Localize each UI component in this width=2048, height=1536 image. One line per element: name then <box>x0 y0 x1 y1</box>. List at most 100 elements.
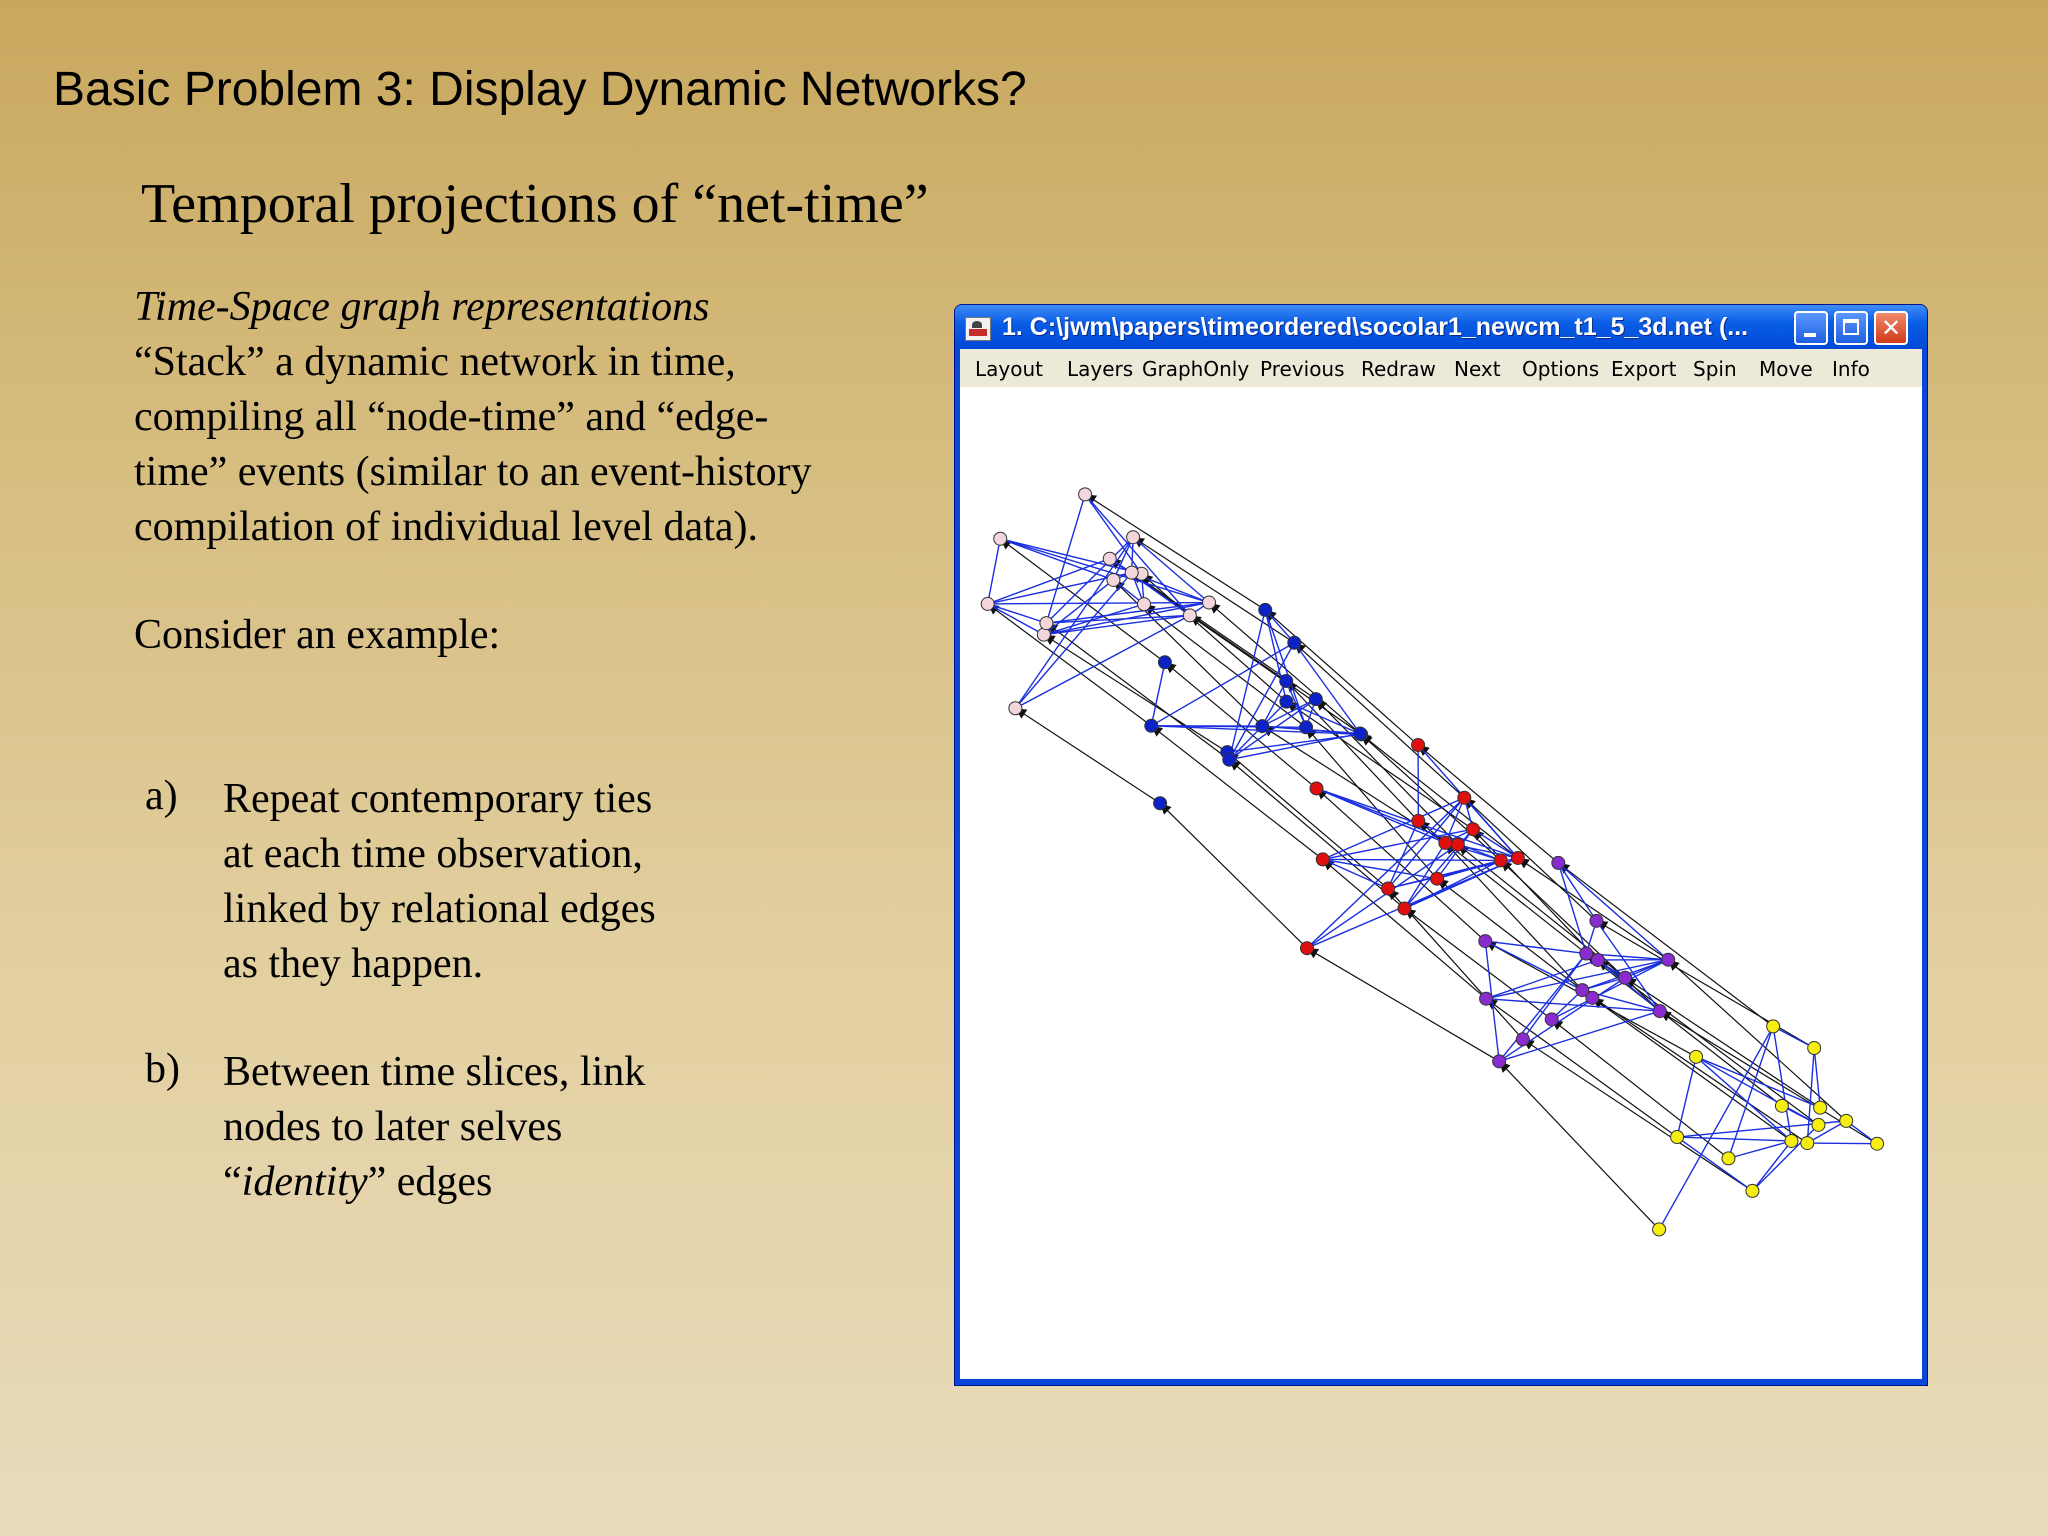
node-t4[interactable] <box>1478 934 1493 949</box>
intro-line: compiling all “node-time” and “edge- <box>134 394 769 440</box>
node-t1[interactable] <box>1182 608 1197 623</box>
node-t4[interactable] <box>1579 946 1594 961</box>
node-t2[interactable] <box>1222 752 1237 767</box>
node-t5[interactable] <box>1811 1117 1826 1132</box>
window-titlebar[interactable]: 1. C:\jwm\papers\timeordered\socolar1_ne… <box>955 305 1927 349</box>
node-t3[interactable] <box>1309 781 1324 796</box>
node-t5[interactable] <box>1784 1133 1799 1148</box>
node-t3[interactable] <box>1430 871 1445 886</box>
node-t5[interactable] <box>1652 1222 1667 1237</box>
node-t1[interactable] <box>1137 597 1152 612</box>
list-line: at each time observation, <box>223 831 643 877</box>
intro-line: “Stack” a dynamic network in time, <box>134 339 736 385</box>
node-t3[interactable] <box>1411 813 1426 828</box>
node-t4[interactable] <box>1575 983 1590 998</box>
maximize-icon <box>1843 319 1859 335</box>
node-t1[interactable] <box>993 531 1008 546</box>
node-t3[interactable] <box>1457 790 1472 805</box>
node-t3[interactable] <box>1510 850 1525 865</box>
node-t5[interactable] <box>1689 1049 1704 1064</box>
node-t1[interactable] <box>980 596 995 611</box>
node-t1[interactable] <box>1039 616 1054 631</box>
node-t5[interactable] <box>1745 1183 1760 1198</box>
list-item-a: Repeat contemporary ties at each time ob… <box>223 772 656 992</box>
node-t5[interactable] <box>1807 1041 1822 1056</box>
menu-previous[interactable]: Previous <box>1260 357 1345 381</box>
node-t4[interactable] <box>1479 991 1494 1006</box>
node-t4[interactable] <box>1618 970 1633 985</box>
node-t1[interactable] <box>1078 487 1093 502</box>
slide-subtitle: Temporal projections of “net-time” <box>141 173 929 235</box>
node-t5[interactable] <box>1774 1098 1789 1113</box>
node-t4[interactable] <box>1590 952 1605 967</box>
node-t3[interactable] <box>1450 837 1465 852</box>
node-t5[interactable] <box>1800 1136 1815 1151</box>
node-t1[interactable] <box>1202 595 1217 610</box>
node-t3[interactable] <box>1465 822 1480 837</box>
menu-move[interactable]: Move <box>1759 357 1813 381</box>
node-t3[interactable] <box>1381 881 1396 896</box>
node-t1[interactable] <box>1126 530 1141 545</box>
menu-graphonly[interactable]: GraphOnly <box>1142 357 1249 381</box>
node-t2[interactable] <box>1255 719 1270 734</box>
node-t2[interactable] <box>1353 726 1368 741</box>
intro-paragraph: Time-Space graph representations “Stack”… <box>134 280 904 555</box>
node-t1[interactable] <box>1102 551 1117 566</box>
menu-next[interactable]: Next <box>1454 357 1501 381</box>
node-t2[interactable] <box>1258 602 1273 617</box>
close-button[interactable]: ✕ <box>1874 311 1908 345</box>
node-t4[interactable] <box>1589 913 1604 928</box>
node-t1[interactable] <box>1036 627 1051 642</box>
menu-options[interactable]: Options <box>1522 357 1599 381</box>
node-t1[interactable] <box>1124 565 1139 580</box>
node-t1[interactable] <box>1008 701 1023 716</box>
node-t5[interactable] <box>1839 1113 1854 1128</box>
node-t2[interactable] <box>1299 720 1314 735</box>
node-t2[interactable] <box>1153 796 1168 811</box>
node-t2[interactable] <box>1157 655 1172 670</box>
menu-layers[interactable]: Layers <box>1067 357 1133 381</box>
node-t3[interactable] <box>1411 738 1426 753</box>
minimize-button[interactable] <box>1794 311 1828 345</box>
menu-spin[interactable]: Spin <box>1693 357 1737 381</box>
node-t4[interactable] <box>1544 1012 1559 1027</box>
node-t2[interactable] <box>1279 674 1294 689</box>
node-t5[interactable] <box>1670 1130 1685 1145</box>
node-t1[interactable] <box>1106 572 1121 587</box>
node-t3[interactable] <box>1315 852 1330 867</box>
menu-redraw[interactable]: Redraw <box>1361 357 1436 381</box>
node-t5[interactable] <box>1813 1100 1828 1115</box>
identity-edge <box>1293 642 1465 799</box>
identity-edge <box>1043 634 1228 753</box>
node-t2[interactable] <box>1287 635 1302 650</box>
node-t4[interactable] <box>1661 952 1676 967</box>
menu-info[interactable]: Info <box>1832 357 1870 381</box>
list-item-b: Between time slices, link nodes to later… <box>223 1045 645 1210</box>
node-t3[interactable] <box>1438 835 1453 850</box>
graph-canvas[interactable] <box>960 387 1922 1379</box>
node-t5[interactable] <box>1870 1136 1885 1151</box>
node-t4[interactable] <box>1515 1032 1530 1047</box>
node-t5[interactable] <box>1721 1151 1736 1166</box>
node-t5[interactable] <box>1766 1019 1781 1034</box>
intro-lead: Time-Space graph representations <box>134 284 710 330</box>
node-t3[interactable] <box>1397 901 1412 916</box>
node-t2[interactable] <box>1279 694 1294 709</box>
intro-line: compilation of individual level data). <box>134 504 758 550</box>
maximize-button[interactable] <box>1834 311 1868 345</box>
node-t2[interactable] <box>1144 718 1159 733</box>
node-t4[interactable] <box>1551 855 1566 870</box>
node-t2[interactable] <box>1308 692 1323 707</box>
menu-layout[interactable]: Layout <box>975 357 1043 381</box>
tie-edge <box>1751 1140 1793 1192</box>
list-line: nodes to later selves <box>223 1104 563 1150</box>
node-t4[interactable] <box>1652 1004 1667 1019</box>
node-t4[interactable] <box>1492 1054 1507 1069</box>
list-line: linked by relational edges <box>223 886 656 932</box>
list-line: Repeat contemporary ties <box>223 776 653 822</box>
menu-export[interactable]: Export <box>1611 357 1676 381</box>
node-t3[interactable] <box>1493 853 1508 868</box>
identity-edge <box>1159 802 1308 949</box>
node-t3[interactable] <box>1299 941 1314 956</box>
pajek-icon[interactable] <box>965 317 991 341</box>
